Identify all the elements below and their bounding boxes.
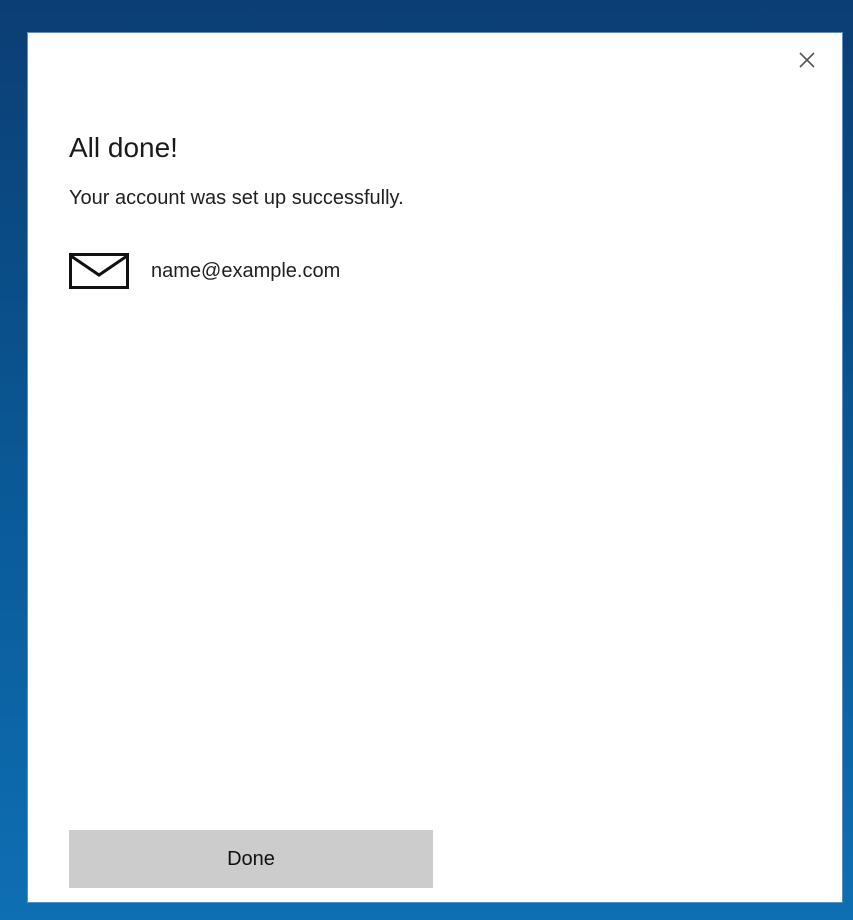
- account-entry: name@example.com: [69, 253, 340, 289]
- account-email: name@example.com: [151, 260, 341, 282]
- close-icon: [798, 51, 816, 74]
- done-button[interactable]: Done: [69, 830, 433, 888]
- close-button[interactable]: [794, 49, 820, 75]
- account-setup-dialog: All done! Your account was set up succes…: [27, 32, 843, 903]
- mail-icon: [69, 253, 129, 289]
- dialog-subtitle: Your account was set up successfully.: [69, 187, 404, 209]
- dialog-title: All done!: [69, 132, 178, 163]
